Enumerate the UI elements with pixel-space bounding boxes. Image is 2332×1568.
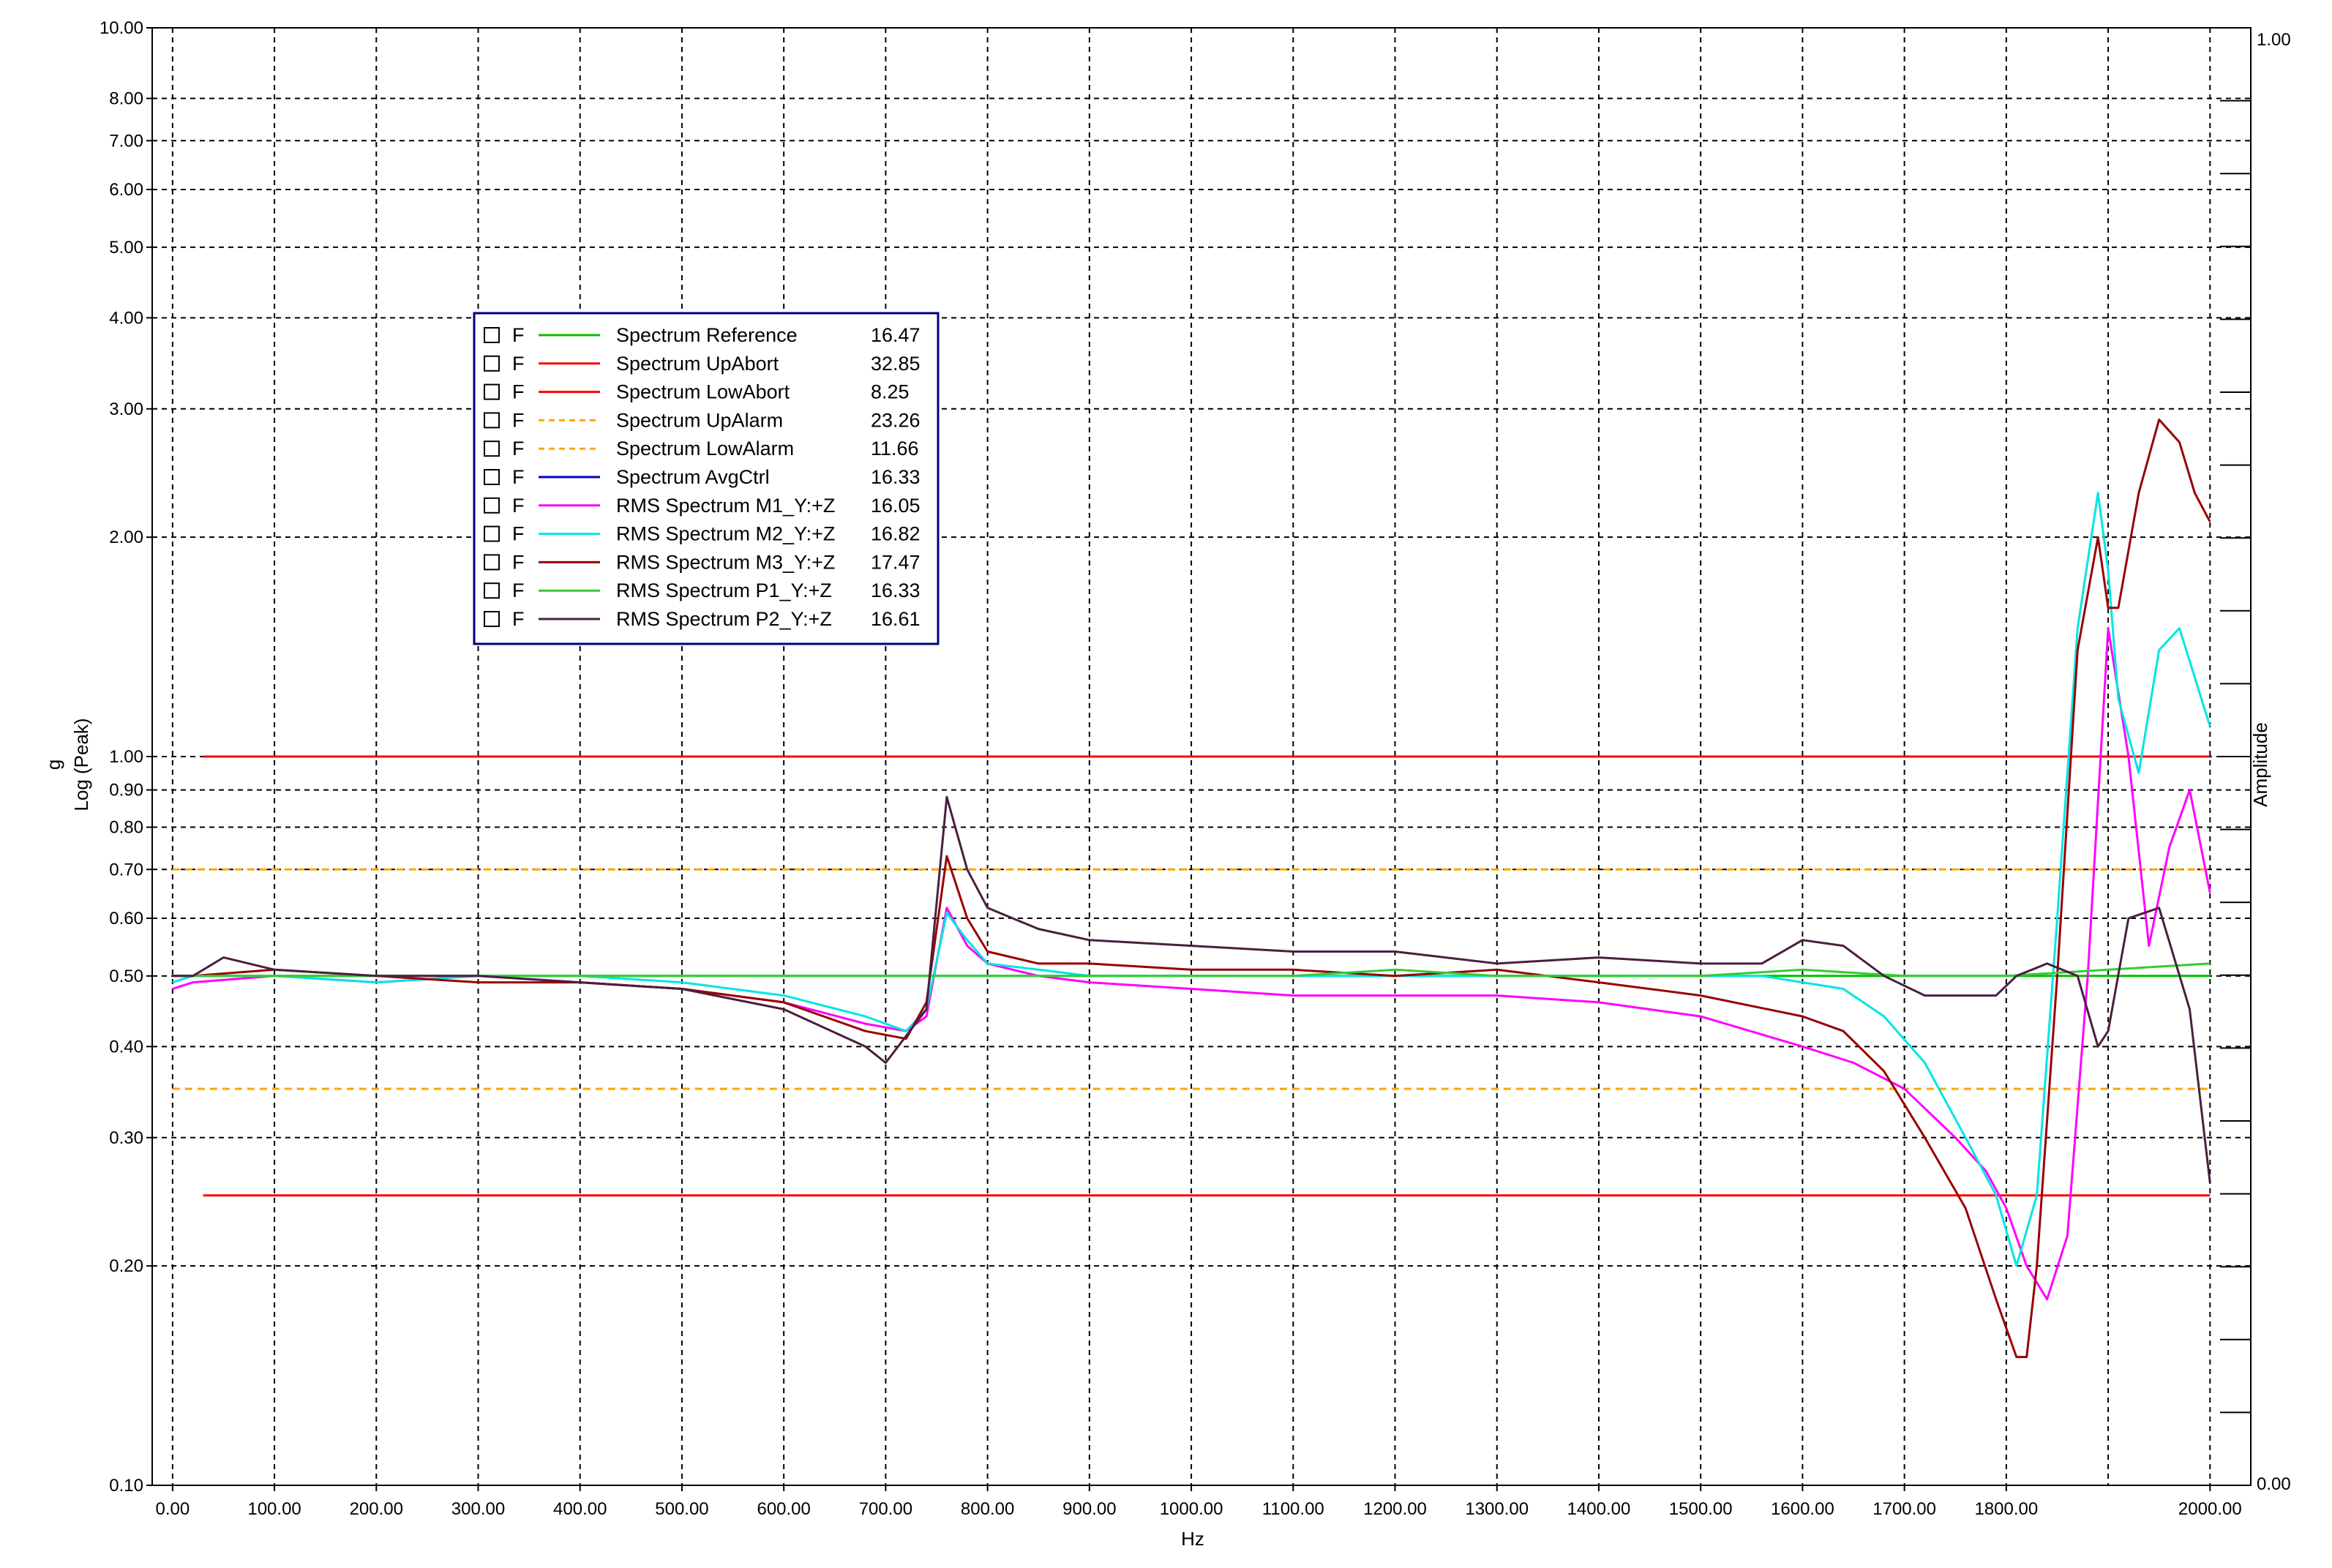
- legend-series-name: Spectrum LowAbort: [616, 381, 790, 403]
- x-tick-label: 100.00: [247, 1499, 301, 1519]
- x-tick-label: 800.00: [961, 1499, 1014, 1519]
- legend-flag: F: [512, 466, 525, 488]
- y-tick-label: 4.00: [109, 308, 143, 328]
- y-tick-label: 7.00: [109, 131, 143, 151]
- chart: 10.00 8.00 7.00 6.00 5.00 4.00 3.00 2.00 1.00 0.9…: [0, 0, 2332, 1568]
- legend-flag: F: [512, 381, 525, 403]
- y-axis-title: Log (Peak): [70, 718, 92, 811]
- legend-checkbox: [484, 611, 500, 627]
- legend-series-name: RMS Spectrum M2_Y:+Z: [616, 523, 835, 545]
- y-tick-label: 0.50: [109, 967, 143, 986]
- x-tick-label: 1100.00: [1262, 1499, 1324, 1519]
- x-tick-label: 1800.00: [1974, 1499, 2038, 1519]
- legend-flag: F: [512, 551, 525, 573]
- x-tick-label: 200.00: [350, 1499, 403, 1519]
- legend: F Spectrum Reference 16.47 F Spectrum UpAbor…: [473, 312, 940, 645]
- legend-checkbox: [484, 525, 500, 542]
- legend-flag: F: [512, 495, 525, 517]
- y-tick-label: 8.00: [109, 89, 143, 109]
- legend-series-name: RMS Spectrum P1_Y:+Z: [616, 579, 832, 601]
- y-axis-unit: g: [42, 759, 64, 770]
- legend-series-value: 16.33: [871, 466, 921, 488]
- legend-checkbox: [484, 355, 500, 372]
- legend-series-name: Spectrum Reference: [616, 324, 798, 346]
- legend-series-value: 16.82: [871, 523, 921, 545]
- legend-series-name: Spectrum UpAbort: [616, 353, 779, 375]
- x-tick-label: 1600.00: [1771, 1499, 1834, 1519]
- x-tick-label: 1700.00: [1872, 1499, 1936, 1519]
- y-tick-label: 0.10: [109, 1476, 143, 1496]
- x-axis-title: Hz: [1181, 1528, 1204, 1550]
- x-tick-label: 900.00: [1062, 1499, 1116, 1519]
- y-tick-label: 1.00: [109, 747, 143, 767]
- x-tick-label: 1500.00: [1669, 1499, 1733, 1519]
- legend-flag: F: [512, 324, 525, 346]
- legend-checkbox: [484, 554, 500, 571]
- legend-series-value: 16.33: [871, 579, 921, 601]
- legend-checkbox: [484, 383, 500, 400]
- x-tick-label: 1000.00: [1160, 1499, 1223, 1519]
- y-tick-label: 0.70: [109, 860, 143, 879]
- y-tick-label: 0.20: [109, 1256, 143, 1276]
- y-tick-label: 0.40: [109, 1037, 143, 1057]
- legend-series-name: Spectrum LowAlarm: [616, 438, 794, 459]
- y-tick-label: 0.80: [109, 818, 143, 838]
- legend-flag: F: [512, 523, 525, 545]
- legend-series-name: RMS Spectrum M1_Y:+Z: [616, 495, 835, 517]
- legend-series-value: 8.25: [871, 381, 910, 403]
- x-tick-label: 1400.00: [1567, 1499, 1631, 1519]
- legend-series-value: 16.05: [871, 495, 921, 517]
- legend-series-value: 23.26: [871, 409, 921, 431]
- y-tick-label: 10.00: [100, 18, 143, 38]
- legend-series-name: RMS Spectrum M3_Y:+Z: [616, 551, 835, 573]
- legend-series-name: Spectrum UpAlarm: [616, 409, 783, 431]
- legend-flag: F: [512, 608, 525, 630]
- y-tick-label: 0.30: [109, 1128, 143, 1148]
- legend-checkbox: [484, 469, 500, 485]
- legend-series-value: 16.61: [871, 608, 921, 630]
- legend-flag: F: [512, 409, 525, 431]
- legend-series-value: 32.85: [871, 353, 921, 375]
- y-tick-label: 3.00: [109, 399, 143, 419]
- legend-series-value: 11.66: [871, 438, 919, 459]
- x-tick-label: 600.00: [757, 1499, 810, 1519]
- chart-background: [0, 0, 2332, 1568]
- x-tick-label: 400.00: [553, 1499, 607, 1519]
- x-tick-label: 300.00: [451, 1499, 505, 1519]
- y-tick-label: 5.00: [109, 238, 143, 258]
- legend-checkbox: [484, 440, 500, 457]
- y2-axis-title: Amplitude: [2249, 722, 2271, 807]
- x-tick-label: 500.00: [655, 1499, 708, 1519]
- legend-series-value: 17.47: [871, 551, 921, 573]
- x-tick-label: 700.00: [859, 1499, 912, 1519]
- x-tick-label: 2000.00: [2178, 1499, 2242, 1519]
- x-tick-label: 1200.00: [1363, 1499, 1427, 1519]
- y-tick-label: 0.60: [109, 909, 143, 929]
- legend-checkbox: [484, 582, 500, 599]
- legend-flag: F: [512, 353, 525, 375]
- y-tick-label: 6.00: [109, 180, 143, 200]
- y-tick-label: 2.00: [109, 528, 143, 547]
- y2-tick-label: 1.00: [2257, 30, 2291, 50]
- legend-checkbox: [484, 412, 500, 429]
- legend-flag: F: [512, 579, 525, 601]
- x-tick-label: 1300.00: [1465, 1499, 1529, 1519]
- legend-checkbox: [484, 497, 500, 514]
- legend-checkbox: [484, 327, 500, 343]
- x-tick-label: 0.00: [155, 1499, 190, 1519]
- legend-series-name: Spectrum AvgCtrl: [616, 466, 770, 488]
- legend-series-value: 16.47: [871, 324, 921, 346]
- legend-flag: F: [512, 438, 525, 459]
- legend-series-name: RMS Spectrum P2_Y:+Z: [616, 608, 832, 630]
- y2-tick-label: 0.00: [2257, 1474, 2291, 1494]
- y-tick-label: 0.90: [109, 781, 143, 800]
